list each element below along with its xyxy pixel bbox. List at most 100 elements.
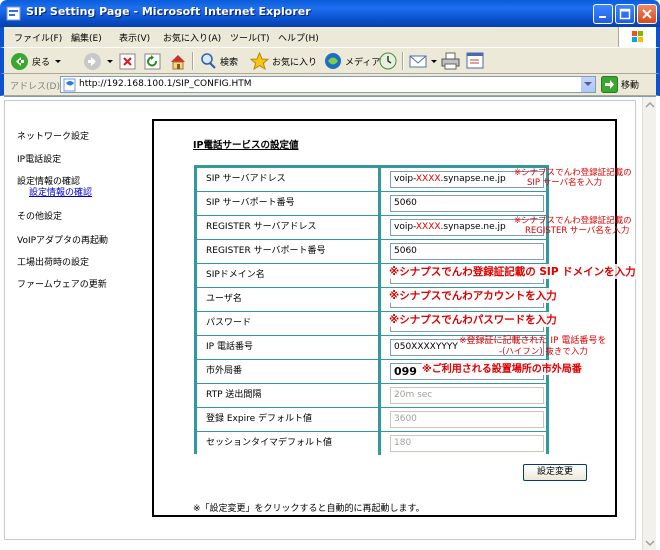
chevron-down-icon <box>584 82 592 86</box>
stop-icon <box>119 53 136 69</box>
note-register-server: ※シナプスでんわ登録証記載の <box>514 216 632 226</box>
dropdown-arrow-icon <box>107 60 113 63</box>
settings-panel: IP電話サービスの設定値 SIP サーバアドレス voip-XXXX.synap… <box>152 119 636 517</box>
row-label: SIP サーバポート番号 <box>197 192 381 215</box>
print-button[interactable] <box>441 51 460 71</box>
dropdown-arrow-icon <box>55 60 62 63</box>
row-label: セッションタイマデフォルト値 <box>197 432 381 455</box>
mail-button[interactable] <box>409 51 438 71</box>
windows-logo <box>618 27 656 47</box>
nav-network-settings[interactable]: ネットワーク設定 <box>17 129 89 142</box>
edit-button[interactable] <box>466 51 485 71</box>
printer-icon <box>441 52 460 70</box>
nav-factory-reset[interactable]: 工場出荷時の設定 <box>17 255 89 268</box>
maximize-button[interactable] <box>615 4 635 24</box>
table-row: SIP サーバアドレス voip-XXXX.synapse.ne.jp <box>197 168 546 191</box>
refresh-button[interactable] <box>144 51 161 71</box>
favorites-star-icon <box>250 52 269 70</box>
note-register-server-2: REGISTER サーバ名を入力 <box>525 226 630 236</box>
row-label: パスワード <box>197 312 381 335</box>
note-area-code: ※ご利用される設置場所の市外局番 <box>422 360 582 375</box>
session-timer-input: 180 <box>390 435 544 452</box>
register-server-port-input[interactable]: 5060 <box>390 243 544 260</box>
rtp-interval-input: 20m sec <box>390 387 544 404</box>
page-frame: ネットワーク設定 IP電話設定 設定情報の確認 設定情報の確認 その他設定 Vo… <box>4 100 636 540</box>
menu-tools[interactable]: ツール(T) <box>230 31 270 44</box>
history-icon <box>379 52 397 70</box>
nav-other-settings[interactable]: その他設定 <box>17 209 62 222</box>
note-sip-server-2: SIP サーバ名を入力 <box>527 178 603 188</box>
note-sip-domain: ※シナプスでんわ登録証記載の SIP ドメインを入力 <box>389 264 636 279</box>
menu-edit[interactable]: 編集(E) <box>71 31 102 44</box>
window-title: SIP Setting Page - Microsoft Internet Ex… <box>26 5 311 18</box>
sip-server-port-input[interactable]: 5060 <box>390 195 544 212</box>
table-row: REGISTER サーバアドレス voip-XXXX.synapse.ne.jp <box>197 216 546 239</box>
windows-flag-icon <box>632 31 643 42</box>
forward-button[interactable] <box>83 51 114 71</box>
table-row: REGISTER サーバポート番号 5060 <box>197 240 546 263</box>
ie-page-icon <box>6 6 21 21</box>
row-label: ユーザ名 <box>197 288 381 311</box>
ie-page-icon <box>63 78 76 92</box>
row-label: 市外局番 <box>197 360 381 383</box>
page-title: IP電話サービスの設定値 <box>193 140 299 151</box>
maximize-icon <box>619 8 631 20</box>
scroll-down-icon[interactable] <box>644 537 656 549</box>
scroll-up-icon[interactable] <box>644 99 656 111</box>
row-label: IP 電話番号 <box>197 336 381 359</box>
media-button[interactable]: メディア <box>324 51 380 71</box>
media-icon <box>325 53 341 69</box>
page-viewport: ネットワーク設定 IP電話設定 設定情報の確認 設定情報の確認 その他設定 Vo… <box>4 96 656 550</box>
favorites-button[interactable]: お気に入り <box>250 51 317 71</box>
note-password: ※シナプスでんわパスワードを入力 <box>389 312 557 327</box>
settings-table: SIP サーバアドレス voip-XXXX.synapse.ne.jp SIP … <box>194 165 549 455</box>
vertical-scrollbar[interactable] <box>642 97 656 550</box>
search-icon <box>201 53 216 69</box>
nav-ip-phone-settings[interactable]: IP電話設定 <box>17 152 61 165</box>
row-label: RTP 送出間隔 <box>197 384 381 407</box>
toolbar: 戻る 検索 お気に入り メディア <box>0 47 660 74</box>
note-phone-number: ※登録証に記載された IP 電話番号を <box>459 336 607 346</box>
menu-favorites[interactable]: お気に入り(A) <box>163 31 221 44</box>
go-button[interactable]: 移動 <box>601 76 639 93</box>
back-arrow-icon <box>11 52 28 70</box>
stop-button[interactable] <box>119 51 136 71</box>
address-dropdown-button[interactable] <box>580 77 595 92</box>
address-input[interactable]: http://192.168.100.1/SIP_CONFIG.HTM <box>60 76 596 93</box>
history-button[interactable] <box>379 51 397 71</box>
title-bar: SIP Setting Page - Microsoft Internet Ex… <box>0 0 660 27</box>
mail-icon <box>409 55 427 67</box>
close-button[interactable] <box>637 4 657 24</box>
nav-voip-restart[interactable]: VoIPアダプタの再起動 <box>17 233 108 246</box>
go-arrow-icon <box>601 76 618 93</box>
table-row: SIP サーバポート番号 5060 <box>197 192 546 215</box>
address-url: http://192.168.100.1/SIP_CONFIG.HTM <box>79 79 252 89</box>
address-label: アドレス(D) <box>10 82 60 92</box>
table-row: セッションタイマデフォルト値 180 <box>197 432 546 455</box>
nav-settings-info-sub[interactable]: 設定情報の確認 <box>29 185 92 198</box>
row-label: REGISTER サーバポート番号 <box>197 240 381 263</box>
forward-arrow-icon <box>84 52 101 70</box>
note-phone-number-2: -(ハイフン) 抜きで入力 <box>499 347 588 357</box>
menu-help[interactable]: ヘルプ(H) <box>278 31 319 44</box>
register-expire-input: 3600 <box>390 411 544 428</box>
note-username: ※シナプスでんわアカウントを入力 <box>389 288 557 303</box>
close-icon <box>642 9 652 19</box>
dropdown-arrow-icon <box>431 60 437 63</box>
menu-view[interactable]: 表示(V) <box>119 31 150 44</box>
nav-firmware-update[interactable]: ファームウェアの更新 <box>17 277 107 290</box>
minimize-button[interactable] <box>593 4 613 24</box>
menu-file[interactable]: ファイル(F) <box>14 31 62 44</box>
note-sip-server: ※シナプスでんわ登録証記載の <box>514 168 632 178</box>
row-label: REGISTER サーバアドレス <box>197 216 381 239</box>
row-label: SIP サーバアドレス <box>197 168 381 191</box>
row-label: 登録 Expire デフォルト値 <box>197 408 381 431</box>
back-button[interactable]: 戻る <box>10 51 62 71</box>
search-button[interactable]: 検索 <box>199 51 238 71</box>
table-row: 登録 Expire デフォルト値 3600 <box>197 408 546 431</box>
refresh-icon <box>144 53 161 69</box>
menu-bar: ファイル(F) 編集(E) 表示(V) お気に入り(A) ツール(T) ヘルプ(… <box>0 27 660 47</box>
home-button[interactable] <box>169 51 187 71</box>
apply-settings-button[interactable]: 設定変更 <box>523 464 587 481</box>
minimize-icon <box>599 16 606 18</box>
